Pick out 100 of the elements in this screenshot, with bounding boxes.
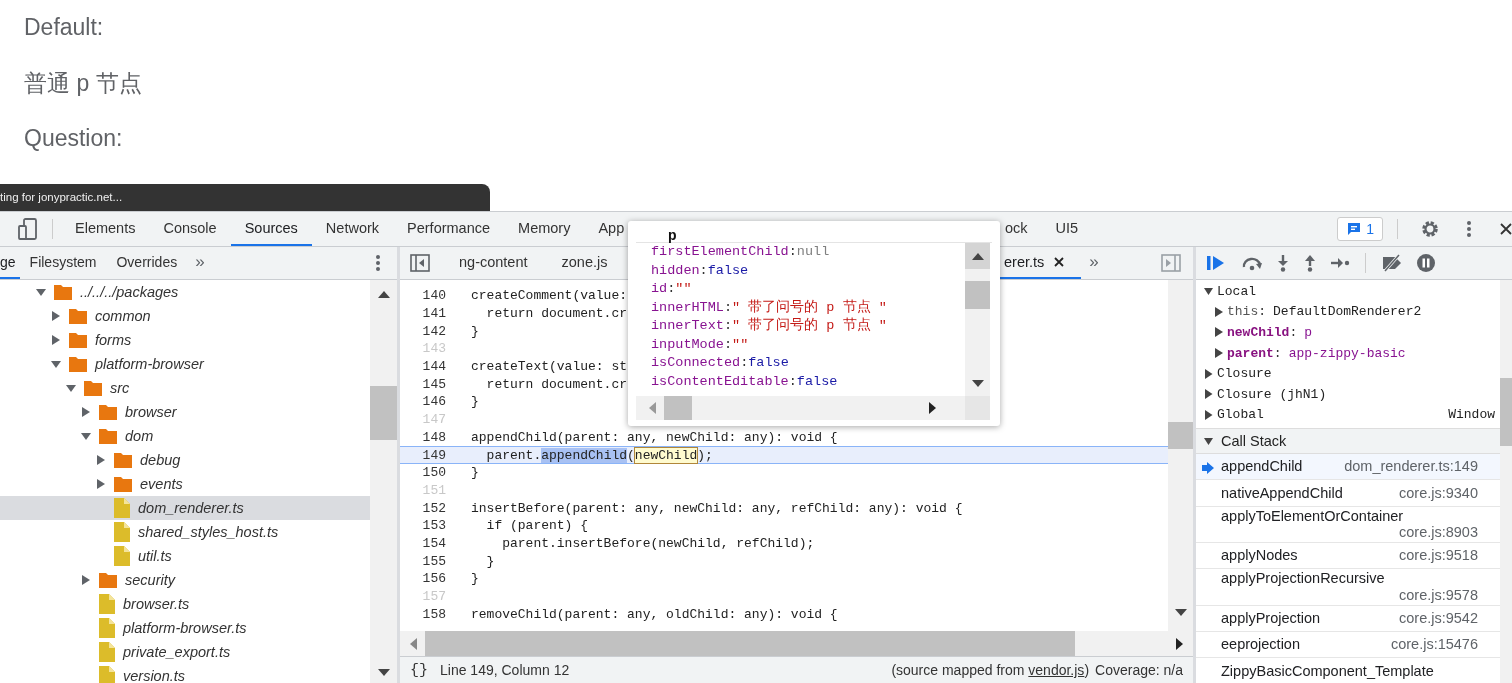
expand-arrow-icon[interactable] bbox=[1215, 306, 1223, 317]
device-toolbar-icon[interactable] bbox=[18, 218, 38, 240]
scrollbar-thumb[interactable] bbox=[664, 396, 692, 420]
file-tree-item[interactable]: browser.ts bbox=[0, 592, 370, 616]
expand-arrow-icon[interactable] bbox=[1215, 348, 1223, 359]
scrollbar-thumb[interactable] bbox=[1500, 378, 1512, 446]
expand-arrow-icon[interactable] bbox=[81, 407, 91, 417]
settings-icon[interactable] bbox=[1420, 219, 1440, 239]
panel-tab[interactable]: Console bbox=[149, 212, 231, 246]
panel-tab[interactable]: App bbox=[584, 212, 639, 246]
call-stack-frame[interactable]: applyProjection core.js:9542 bbox=[1196, 605, 1500, 633]
step-into-icon[interactable] bbox=[1276, 254, 1290, 272]
toggle-navigator-icon[interactable] bbox=[410, 254, 430, 272]
navigator-tab[interactable]: ge bbox=[0, 247, 20, 279]
call-stack-header[interactable]: Call Stack bbox=[1196, 428, 1500, 455]
file-tree-item[interactable]: common bbox=[0, 304, 370, 328]
scroll-up-icon[interactable] bbox=[377, 290, 390, 298]
file-tree-item[interactable]: platform-browser.ts bbox=[0, 616, 370, 640]
more-tabs-button[interactable]: » bbox=[187, 247, 213, 279]
scrollbar-thumb[interactable] bbox=[425, 631, 1075, 656]
panel-tab[interactable]: Memory bbox=[504, 212, 585, 246]
deactivate-breakpoints-icon[interactable] bbox=[1381, 254, 1403, 272]
file-tree-item[interactable]: platform-browser bbox=[0, 352, 370, 376]
expand-arrow-icon[interactable] bbox=[1204, 368, 1213, 379]
status-tooltip: ting for jonypractic.net... bbox=[0, 184, 490, 211]
expand-arrow-icon[interactable] bbox=[51, 359, 61, 369]
file-tree-item[interactable]: shared_styles_host.ts bbox=[0, 520, 370, 544]
pretty-print-button[interactable]: {} bbox=[400, 661, 440, 679]
expand-arrow-icon[interactable] bbox=[1204, 286, 1213, 297]
file-tree-item[interactable]: security bbox=[0, 568, 370, 592]
file-tree-item[interactable]: src bbox=[0, 376, 370, 400]
cursor-position: Line 149, Column 12 bbox=[440, 662, 570, 678]
expand-arrow-icon[interactable] bbox=[1204, 409, 1213, 420]
expand-arrow-icon[interactable] bbox=[81, 431, 91, 441]
more-tabs-button[interactable]: » bbox=[1081, 247, 1107, 279]
expand-arrow-icon[interactable] bbox=[81, 575, 91, 585]
expand-arrow-icon[interactable] bbox=[1204, 436, 1213, 447]
file-tree-item[interactable]: private_export.ts bbox=[0, 640, 370, 664]
expand-arrow-icon[interactable] bbox=[36, 287, 46, 297]
scope-row[interactable]: Local bbox=[1196, 281, 1500, 302]
file-tree-item[interactable]: version.ts bbox=[0, 664, 370, 683]
scroll-right-icon[interactable] bbox=[1176, 637, 1184, 650]
more-menu-icon[interactable] bbox=[375, 254, 381, 272]
file-tree-item[interactable]: debug bbox=[0, 448, 370, 472]
close-icon[interactable] bbox=[1500, 223, 1512, 235]
file-tree-item[interactable]: ../../../packages bbox=[0, 280, 370, 304]
expand-arrow-icon[interactable] bbox=[51, 311, 61, 321]
expand-arrow-icon[interactable] bbox=[66, 383, 76, 393]
navigator-tab[interactable]: Filesystem bbox=[19, 247, 107, 279]
variable-row[interactable]: parent: app-zippy-basic bbox=[1196, 342, 1500, 364]
panel-tab[interactable]: Elements bbox=[61, 212, 150, 246]
scope-row[interactable]: Closure bbox=[1196, 363, 1500, 384]
call-stack-frame[interactable]: nativeAppendChild core.js:9340 bbox=[1196, 480, 1500, 507]
variable-row[interactable]: this: DefaultDomRenderer2 bbox=[1196, 301, 1500, 323]
file-tree-item[interactable]: events bbox=[0, 472, 370, 496]
expand-arrow-icon[interactable] bbox=[96, 455, 106, 465]
scroll-up-icon[interactable] bbox=[971, 252, 984, 260]
scroll-down-icon[interactable] bbox=[377, 669, 390, 677]
code-token: newChild bbox=[634, 447, 698, 463]
file-tree-item[interactable]: util.ts bbox=[0, 544, 370, 568]
file-tree-item[interactable]: dom_renderer.ts bbox=[0, 496, 370, 520]
call-stack-frame[interactable]: eeprojection core.js:15476 bbox=[1196, 632, 1500, 659]
navigator-tab[interactable]: Overrides bbox=[106, 247, 188, 279]
panel-tab[interactable]: Performance bbox=[393, 212, 505, 246]
scroll-left-icon[interactable] bbox=[409, 637, 417, 650]
property-row-text: firstElementChild:null bbox=[651, 243, 831, 261]
toggle-debugger-icon[interactable] bbox=[1161, 254, 1181, 272]
file-tab[interactable]: zone.js bbox=[544, 247, 625, 279]
scrollbar-thumb[interactable] bbox=[965, 281, 990, 309]
expand-arrow-icon[interactable] bbox=[96, 479, 106, 489]
issues-button[interactable]: 1 bbox=[1337, 217, 1383, 241]
file-tree-item[interactable]: forms bbox=[0, 328, 370, 352]
expand-arrow-icon[interactable] bbox=[1215, 327, 1223, 338]
step-out-icon[interactable] bbox=[1303, 254, 1317, 272]
step-icon[interactable] bbox=[1330, 256, 1350, 270]
code-line: insertBefore(parent: any, newChild: any, refChild: any): void { bbox=[471, 500, 963, 516]
panel-tab[interactable]: Network bbox=[311, 212, 394, 246]
call-stack-frame[interactable]: applyNodes core.js:9518 bbox=[1196, 543, 1500, 570]
variable-row[interactable]: newChild: p bbox=[1196, 322, 1500, 343]
scrollbar-thumb[interactable] bbox=[370, 386, 397, 440]
file-tree-item[interactable]: browser bbox=[0, 400, 370, 424]
scrollbar-thumb[interactable] bbox=[1168, 422, 1193, 449]
file-tab[interactable]: ng-content bbox=[442, 247, 545, 279]
call-stack-frame[interactable]: appendChild dom_renderer.ts:149 bbox=[1196, 454, 1500, 481]
source-link[interactable]: vendor.js bbox=[1028, 662, 1085, 678]
expand-arrow-icon[interactable] bbox=[1204, 389, 1213, 400]
file-tree-item[interactable]: dom bbox=[0, 424, 370, 448]
more-menu-icon[interactable] bbox=[1466, 220, 1472, 238]
scroll-down-icon[interactable] bbox=[971, 380, 984, 388]
code-line: } bbox=[471, 394, 479, 410]
expand-arrow-icon[interactable] bbox=[51, 335, 61, 345]
close-icon[interactable] bbox=[1054, 257, 1065, 267]
scope-row[interactable]: Global Window bbox=[1196, 404, 1500, 426]
pause-icon[interactable] bbox=[1416, 253, 1436, 273]
scroll-down-icon[interactable] bbox=[1174, 609, 1187, 617]
panel-tab[interactable]: UI5 bbox=[1041, 212, 1093, 246]
scope-row[interactable]: Closure (jhN1) bbox=[1196, 383, 1500, 405]
scroll-right-icon[interactable] bbox=[929, 402, 937, 414]
panel-tab[interactable]: ock bbox=[991, 212, 1042, 246]
code-line: return document.cr bbox=[485, 306, 628, 322]
